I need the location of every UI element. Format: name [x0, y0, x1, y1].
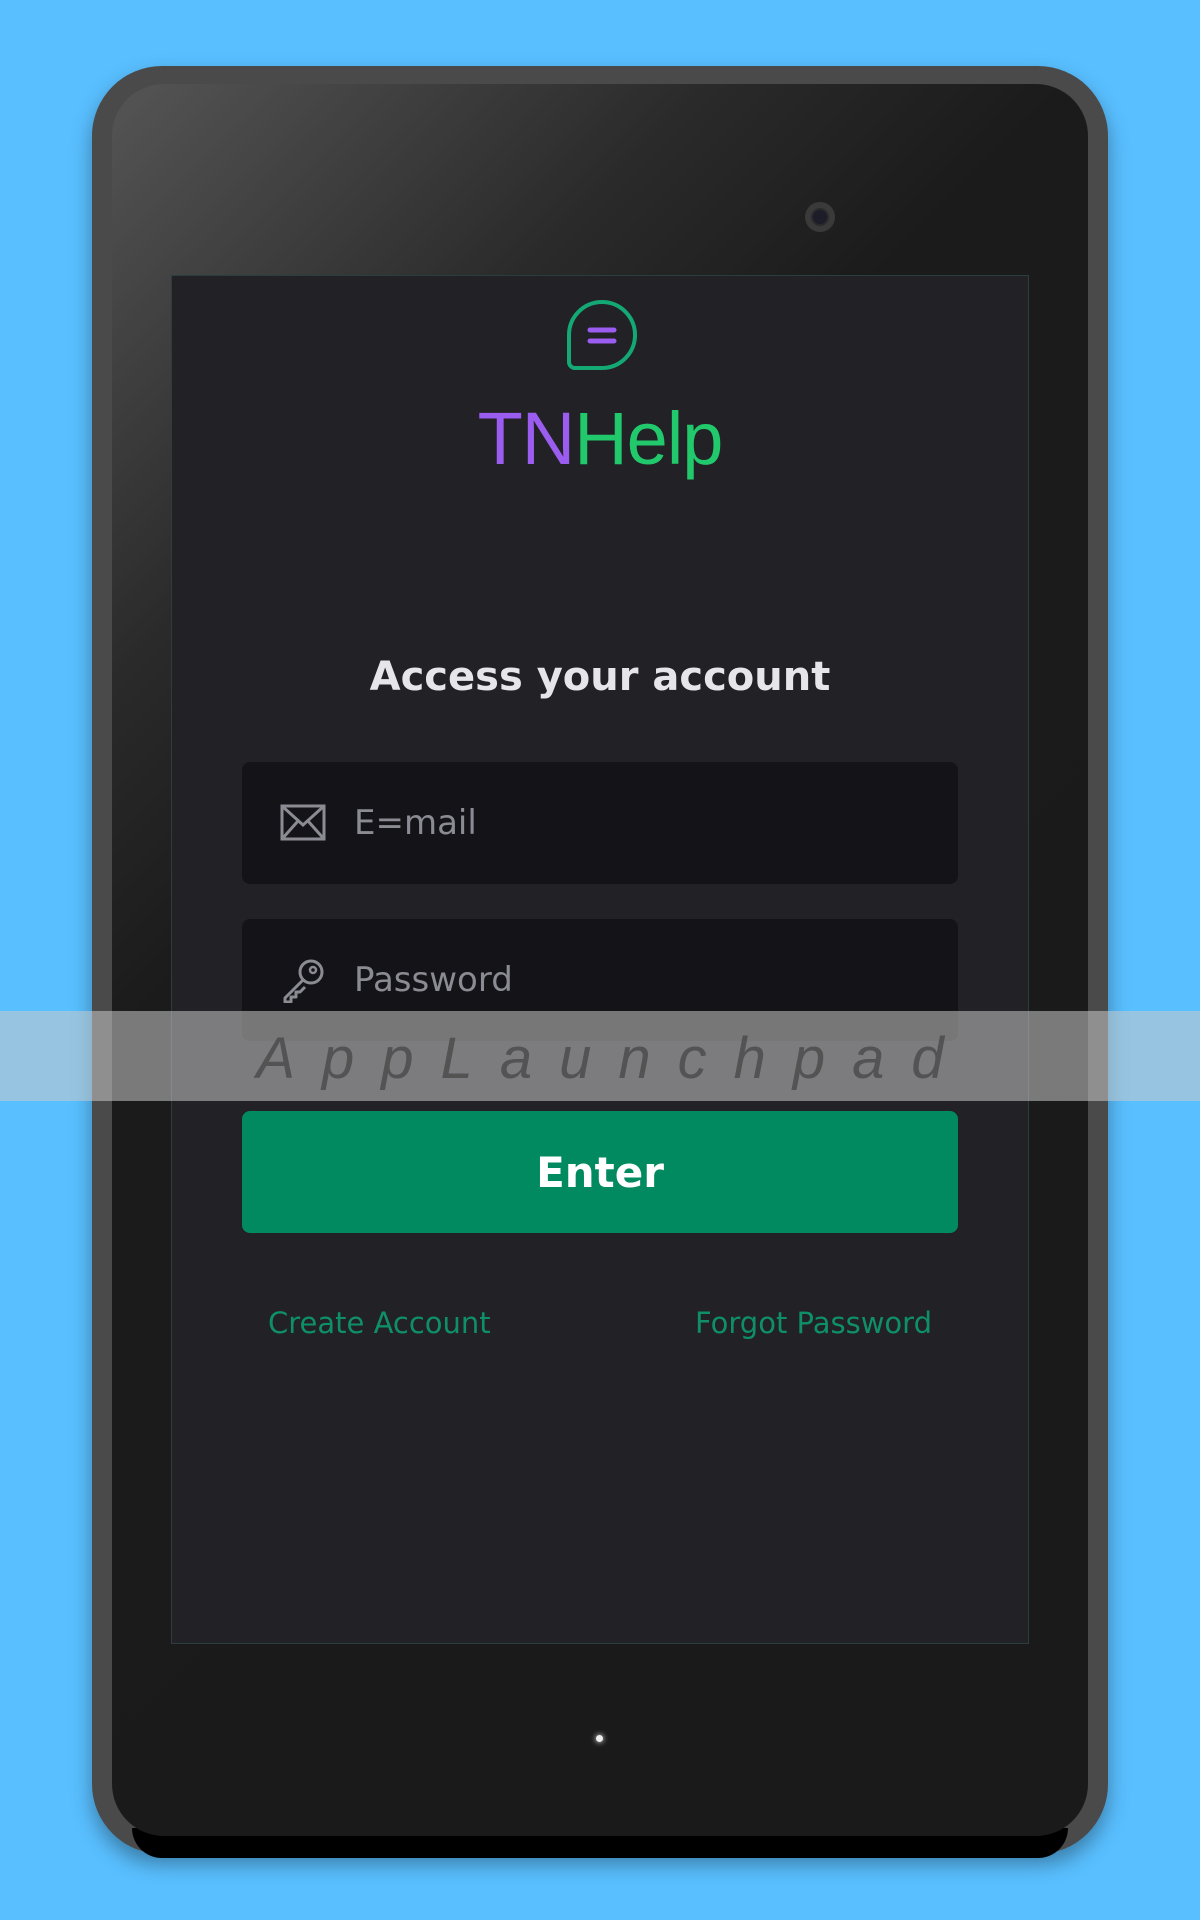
login-screen: TNHelp Access your account Enter Create …	[171, 275, 1029, 1644]
key-icon	[283, 959, 324, 1003]
login-heading: Access your account	[369, 654, 831, 700]
watermark-banner: AppLaunchpad	[0, 1011, 1200, 1101]
app-title-part-1: TN	[477, 397, 576, 480]
home-indicator	[596, 1735, 603, 1742]
app-title: TNHelp	[172, 394, 1028, 484]
camera-icon	[805, 202, 835, 232]
email-input[interactable]	[354, 762, 934, 884]
forgot-password-link[interactable]: Forgot Password	[695, 1306, 932, 1340]
envelope-icon	[280, 804, 326, 841]
app-title-part-2: Help	[574, 397, 723, 480]
enter-button[interactable]: Enter	[242, 1111, 958, 1233]
create-account-link[interactable]: Create Account	[268, 1306, 491, 1340]
watermark-text: AppLaunchpad	[256, 1026, 971, 1091]
stage: TNHelp Access your account Enter Create …	[0, 0, 1200, 1920]
chat-bubble-icon	[567, 299, 637, 370]
email-field-container	[242, 762, 958, 884]
